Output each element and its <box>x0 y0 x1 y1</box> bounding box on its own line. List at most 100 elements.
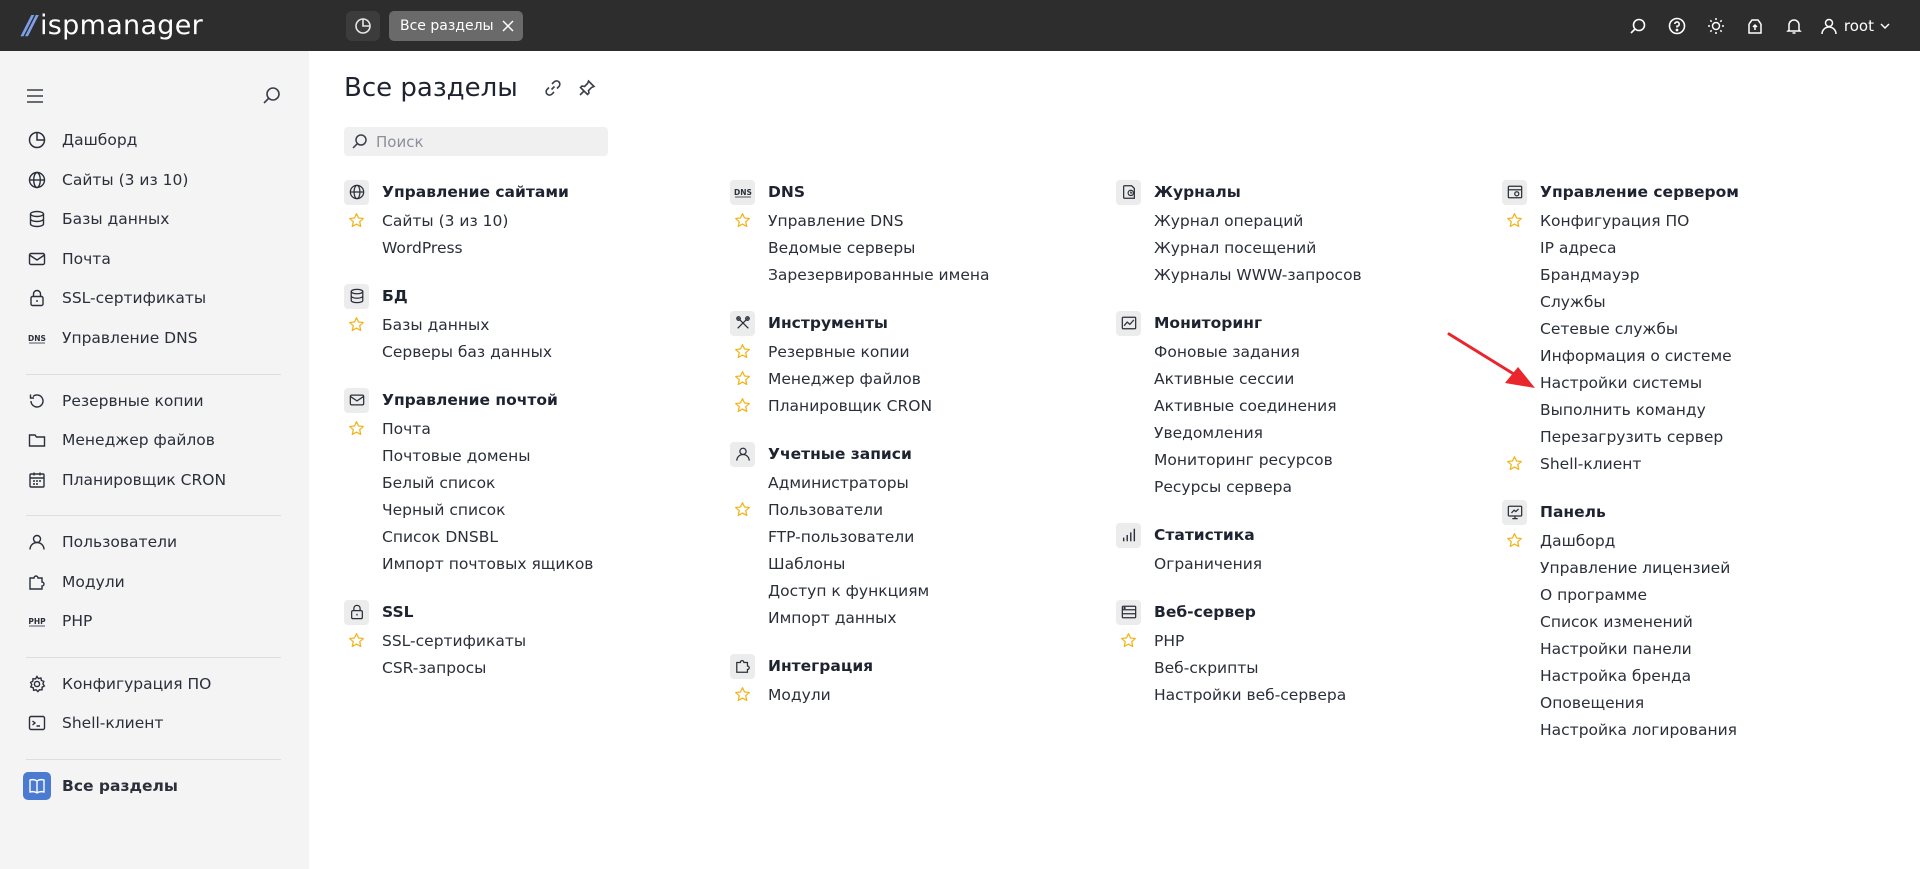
section-link-label[interactable]: О программе <box>1540 586 1647 604</box>
section-link-label[interactable]: Ресурсы сервера <box>1154 478 1292 496</box>
section-link-label[interactable]: Журнал посещений <box>1154 239 1316 257</box>
section-link[interactable]: Shell-клиент <box>1502 450 1882 477</box>
section-link[interactable]: Сайты (3 из 10) <box>344 207 724 234</box>
section-link-label[interactable]: Модули <box>768 686 831 704</box>
section-link-label[interactable]: SSL-сертификаты <box>382 632 526 650</box>
section-link[interactable]: Импорт почтовых ящиков <box>344 550 724 577</box>
section-link[interactable]: Администраторы <box>730 469 1110 496</box>
sidebar-item-file-manager[interactable]: Менеджер файлов <box>0 424 309 456</box>
section-link-label[interactable]: Shell-клиент <box>1540 455 1641 473</box>
menu-burger-icon[interactable] <box>26 88 46 104</box>
section-link[interactable]: Журнал операций <box>1116 207 1496 234</box>
section-link-label[interactable]: Резервные копии <box>768 343 910 361</box>
search-icon[interactable] <box>1619 0 1658 51</box>
search-field[interactable] <box>344 127 608 156</box>
star-icon[interactable] <box>1502 532 1527 549</box>
section-link[interactable]: Настройки веб-сервера <box>1116 681 1496 708</box>
section-link[interactable]: Модули <box>730 681 1110 708</box>
section-link-label[interactable]: Выполнить команду <box>1540 401 1706 419</box>
tab-all-sections[interactable]: Все разделы <box>389 10 523 41</box>
section-link[interactable]: Пользователи <box>730 496 1110 523</box>
section-link[interactable]: IP адреса <box>1502 234 1882 261</box>
link-icon[interactable] <box>544 79 562 101</box>
star-icon[interactable] <box>730 501 755 518</box>
section-link[interactable]: Конфигурация ПО <box>1502 207 1882 234</box>
sidebar-item-backups[interactable]: Резервные копии <box>0 385 309 417</box>
section-link-label[interactable]: Черный список <box>382 501 505 519</box>
section-link[interactable]: Черный список <box>344 496 724 523</box>
section-link-label[interactable]: Ведомые серверы <box>768 239 915 257</box>
section-link-label[interactable]: Настройки системы <box>1540 374 1702 392</box>
star-icon[interactable] <box>1502 212 1527 229</box>
section-link[interactable]: Сетевые службы <box>1502 315 1882 342</box>
section-link-label[interactable]: Белый список <box>382 474 495 492</box>
section-link[interactable]: Перезагрузить сервер <box>1502 423 1882 450</box>
star-icon[interactable] <box>344 420 369 437</box>
star-icon[interactable] <box>1502 455 1527 472</box>
section-link[interactable]: Дашборд <box>1502 527 1882 554</box>
section-link-label[interactable]: Активные сессии <box>1154 370 1294 388</box>
section-link[interactable]: Список DNSBL <box>344 523 724 550</box>
section-link[interactable]: Выполнить команду <box>1502 396 1882 423</box>
sidebar-item-software-config[interactable]: Конфигурация ПО <box>0 668 309 700</box>
section-link-label[interactable]: Пользователи <box>768 501 883 519</box>
section-link-label[interactable]: Базы данных <box>382 316 489 334</box>
sidebar-item-modules[interactable]: Модули <box>0 566 309 598</box>
section-link-label[interactable]: Перезагрузить сервер <box>1540 428 1723 446</box>
pin-icon[interactable] <box>578 79 596 101</box>
section-link-label[interactable]: Активные соединения <box>1154 397 1337 415</box>
section-link[interactable]: Управление DNS <box>730 207 1110 234</box>
sidebar-item-dns[interactable]: DNS Управление DNS <box>0 322 309 354</box>
section-link[interactable]: Зарезервированные имена <box>730 261 1110 288</box>
section-link-label[interactable]: CSR-запросы <box>382 659 486 677</box>
section-link-label[interactable]: Информация о системе <box>1540 347 1732 365</box>
section-link-label[interactable]: Службы <box>1540 293 1606 311</box>
section-link-label[interactable]: Зарезервированные имена <box>768 266 990 284</box>
star-icon[interactable] <box>344 212 369 229</box>
section-link-label[interactable]: Уведомления <box>1154 424 1263 442</box>
logo[interactable]: // ispmanager <box>23 12 343 39</box>
section-link[interactable]: Ведомые серверы <box>730 234 1110 261</box>
section-link[interactable]: Базы данных <box>344 311 724 338</box>
section-link-label[interactable]: Фоновые задания <box>1154 343 1300 361</box>
section-link-label[interactable]: Сайты (3 из 10) <box>382 212 508 230</box>
close-icon[interactable] <box>502 19 514 32</box>
section-link-label[interactable]: Администраторы <box>768 474 909 492</box>
section-link[interactable]: Список изменений <box>1502 608 1882 635</box>
section-link[interactable]: Уведомления <box>1116 419 1496 446</box>
section-link[interactable]: Почтовые домены <box>344 442 724 469</box>
section-link[interactable]: Информация о системе <box>1502 342 1882 369</box>
section-link-label[interactable]: Шаблоны <box>768 555 845 573</box>
section-link-label[interactable]: Дашборд <box>1540 532 1615 550</box>
section-link[interactable]: Журналы WWW-запросов <box>1116 261 1496 288</box>
section-link-label[interactable]: PHP <box>1154 632 1184 650</box>
search-icon[interactable] <box>262 85 282 109</box>
section-link[interactable]: Активные сессии <box>1116 365 1496 392</box>
section-link[interactable]: О программе <box>1502 581 1882 608</box>
star-icon[interactable] <box>344 316 369 333</box>
sidebar-item-ssl[interactable]: SSL-сертификаты <box>0 282 309 314</box>
section-link-label[interactable]: Оповещения <box>1540 694 1644 712</box>
section-link[interactable]: Активные соединения <box>1116 392 1496 419</box>
section-link[interactable]: Службы <box>1502 288 1882 315</box>
section-link-label[interactable]: Планировщик CRON <box>768 397 932 415</box>
section-link[interactable]: Шаблоны <box>730 550 1110 577</box>
section-link-label[interactable]: FTP-пользователи <box>768 528 914 546</box>
section-link[interactable]: Журнал посещений <box>1116 234 1496 261</box>
section-link[interactable]: Резервные копии <box>730 338 1110 365</box>
section-link-label[interactable]: WordPress <box>382 239 463 257</box>
section-link-label[interactable]: Журнал операций <box>1154 212 1303 230</box>
section-link[interactable]: Оповещения <box>1502 689 1882 716</box>
section-link-label[interactable]: Импорт данных <box>768 609 897 627</box>
section-link-label[interactable]: Настройка логирования <box>1540 721 1737 739</box>
sidebar-item-cron[interactable]: Планировщик CRON <box>0 464 309 496</box>
sidebar-item-sites[interactable]: Сайты (3 из 10) <box>0 164 309 196</box>
section-link-label[interactable]: Брандмауэр <box>1540 266 1640 284</box>
section-link[interactable]: Почта <box>344 415 724 442</box>
section-link-label[interactable]: Настройки панели <box>1540 640 1692 658</box>
section-link[interactable]: Планировщик CRON <box>730 392 1110 419</box>
bell-icon[interactable] <box>1775 0 1814 51</box>
section-link[interactable]: Настройка логирования <box>1502 716 1882 743</box>
star-icon[interactable] <box>1116 632 1141 649</box>
section-link[interactable]: Доступ к функциям <box>730 577 1110 604</box>
